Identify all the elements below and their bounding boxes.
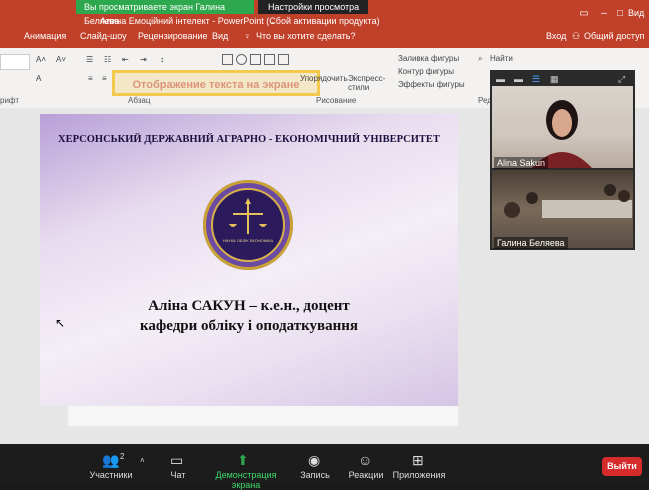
shape-effects-button[interactable]: Эффекты фигуры (398, 80, 465, 89)
reactions-icon[interactable]: ☺ (358, 452, 372, 468)
gallery-view-icon[interactable]: ▦ (550, 74, 559, 85)
tab-review[interactable]: Рецензирование (138, 31, 208, 41)
restore-icon[interactable]: ▭ (578, 8, 590, 20)
view-label[interactable]: Вид (628, 8, 644, 18)
group-drawing-label: Рисование (316, 96, 357, 105)
tab-animation[interactable]: Анимация (24, 31, 66, 41)
quick-styles-button[interactable]: Экспресс-стили (348, 74, 386, 92)
group-paragraph-label: Абзац (128, 96, 151, 105)
shape-fill-button[interactable]: Заливка фигуры (398, 54, 459, 63)
minimize-icon[interactable]: – (598, 8, 610, 20)
share-button[interactable]: Общий доступ (584, 31, 644, 41)
record-button[interactable]: Запись (298, 470, 332, 480)
triangle-shape-icon[interactable] (278, 54, 289, 65)
slide-notes-area (68, 406, 458, 426)
rounded-rect-shape-icon[interactable] (250, 54, 261, 65)
lightbulb-icon: ♀ (244, 31, 251, 41)
participant-name-2: Галина Беляева (494, 237, 568, 249)
arrow-shape-icon[interactable] (264, 54, 275, 65)
participants-chevron-icon[interactable]: ˄ (140, 456, 145, 465)
participants-button[interactable]: Участники (88, 470, 134, 480)
align-center-icon[interactable]: ≡ (102, 74, 107, 83)
speaker-name: Аліна САКУН – к.е.н., доцент (148, 298, 350, 314)
shape-outline-button[interactable]: Контур фигуры (398, 67, 454, 76)
participants-icon[interactable]: 👥 (102, 452, 119, 469)
video-tile-speaker[interactable] (492, 86, 633, 168)
speaker-department: кафедри обліку і оподаткування (139, 318, 359, 334)
group-font-label: рифт (0, 96, 19, 105)
clear-format-icon[interactable]: A (36, 74, 41, 83)
rectangle-shape-icon[interactable] (222, 54, 233, 65)
arrange-button[interactable]: Упорядочить (300, 74, 348, 83)
maximize-icon[interactable]: □ (614, 8, 626, 20)
line-spacing-icon[interactable]: ↕ (160, 55, 164, 64)
align-left-icon[interactable]: ≡ (88, 74, 93, 83)
speaker-video-icon (532, 100, 592, 168)
scales-icon (211, 188, 285, 262)
oval-shape-icon[interactable] (236, 54, 247, 65)
participants-count: 2 (120, 452, 125, 461)
chat-button[interactable]: Чат (166, 470, 190, 480)
sign-in-link[interactable]: Вход (546, 31, 566, 41)
apps-button[interactable]: Приложения (392, 470, 446, 480)
emblem-text: НАУКА ОБЛІК ЕКОНОМІКА (222, 238, 274, 243)
share-screen-icon[interactable]: ⬆ (237, 452, 249, 469)
slide-canvas[interactable]: ХЕРСОНСЬКИЙ ДЕРЖАВНИЙ АГРАРНО - ЕКОНОМІЧ… (40, 114, 458, 406)
single-view-icon[interactable]: ▬ (514, 74, 523, 84)
window-title: Алина Емоційний інтелект - PowerPoint (С… (100, 16, 380, 26)
participant-name-1: Alina Sakun (494, 157, 549, 169)
bullets-icon[interactable]: ☰ (86, 55, 93, 64)
slide-title: ХЕРСОНСЬКИЙ ДЕРЖАВНИЙ АГРАРНО - ЕКОНОМІЧ… (58, 134, 440, 145)
view-settings-button[interactable]: Настройки просмотра ⌄ (258, 0, 368, 26)
share-screen-button[interactable]: Демонстрация экрана (204, 470, 288, 490)
shrink-font-icon[interactable]: A˅ (56, 55, 66, 64)
expand-icon[interactable]: ⤢ (618, 74, 625, 85)
find-icon[interactable]: ⌕ (478, 54, 482, 64)
minimize-video-icon[interactable]: ▬ (496, 74, 505, 84)
font-size-field[interactable] (0, 54, 30, 70)
user-icon: ⚇ (572, 31, 581, 41)
chat-icon[interactable]: ▭ (170, 452, 183, 469)
indent-icon[interactable]: ⇤ (122, 55, 129, 64)
screen-share-banner: Вы просматриваете экран Галина Беляева (76, 0, 254, 26)
mouse-cursor-icon: ↖ (55, 316, 66, 330)
outdent-icon[interactable]: ⇥ (140, 55, 147, 64)
apps-icon[interactable]: ⊞ (412, 452, 424, 469)
numbering-icon[interactable]: ☷ (104, 55, 111, 64)
grow-font-icon[interactable]: A˄ (36, 55, 46, 64)
find-button[interactable]: Найти (490, 54, 513, 63)
speaker-info: Аліна САКУН – к.е.н., доцент кафедри обл… (40, 296, 458, 336)
tab-view[interactable]: Вид (212, 31, 228, 41)
record-icon[interactable]: ◉ (308, 452, 320, 469)
tab-slideshow[interactable]: Слайд-шоу (80, 31, 127, 41)
annotation-highlight: Отображение текста на экране (112, 70, 320, 96)
side-by-side-icon[interactable]: ☰ (532, 74, 540, 85)
tell-me-search[interactable]: Что вы хотите сделать? (256, 31, 356, 41)
exit-button[interactable]: Выйти (602, 457, 642, 476)
reactions-button[interactable]: Реакции (346, 470, 386, 480)
